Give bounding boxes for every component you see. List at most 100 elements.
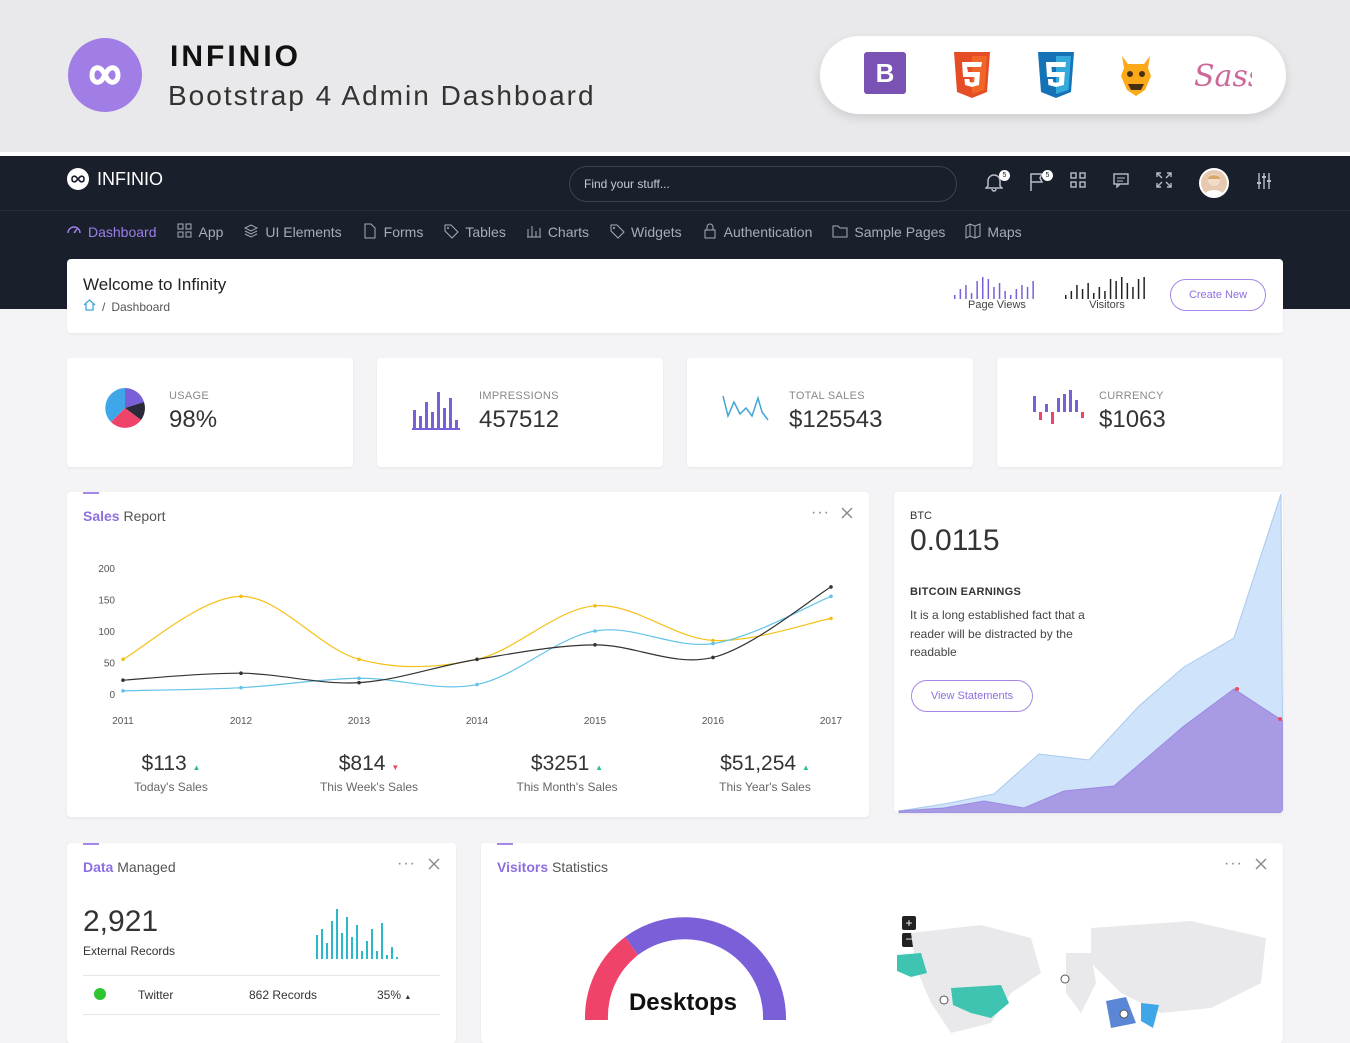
trend-up-icon: ▲ — [192, 763, 201, 772]
series-line-0 — [122, 595, 832, 668]
app-brand[interactable]: INFINIO — [67, 168, 163, 190]
y-tick-label: 50 — [104, 659, 116, 670]
main-nav: Dashboard App UI Elements Forms Tables Charts… — [66, 222, 1042, 242]
sass-icon: Sass — [1192, 56, 1263, 101]
infinity-logo-icon — [67, 168, 89, 190]
series-point — [121, 689, 125, 693]
series-line-1 — [122, 595, 832, 692]
nav-item-sample-pages[interactable]: Sample Pages — [832, 222, 945, 242]
divider — [83, 1014, 440, 1015]
card-title: Sales Report — [83, 508, 166, 524]
series-point — [121, 657, 125, 662]
title-bold: Sales — [83, 508, 120, 524]
chat-icon[interactable] — [1113, 172, 1129, 193]
spark-bar — [959, 289, 962, 299]
more-icon[interactable]: ··· — [811, 504, 830, 522]
total-label: This Year's Sales — [719, 780, 811, 794]
page-title: Welcome to Infinity — [83, 275, 227, 294]
total-value: $3251 — [530, 752, 590, 775]
nav-item-tables[interactable]: Tables — [443, 222, 506, 242]
html5-icon — [952, 52, 992, 103]
nav-item-widgets[interactable]: Widgets — [609, 222, 682, 242]
nav-item-label: Sample Pages — [854, 224, 946, 240]
nav-divider — [0, 210, 1350, 211]
series-point — [593, 604, 597, 608]
create-new-button[interactable]: Create New — [1170, 279, 1266, 311]
total-label: Today's Sales — [134, 780, 208, 794]
stat-card-currency: CURRENCY $1063 — [997, 358, 1283, 467]
series-point — [711, 638, 715, 643]
title-rest: Managed — [113, 859, 176, 875]
notification-badge: 5 — [999, 170, 1010, 181]
view-statements-button[interactable]: View Statements — [911, 680, 1033, 712]
series-point — [829, 616, 833, 621]
nav-item-label: Tables — [465, 224, 506, 240]
settings-sliders-icon[interactable] — [1256, 172, 1272, 195]
nav-item-label: Dashboard — [88, 224, 157, 240]
win-loss-chart-icon — [1032, 386, 1084, 435]
x-tick-label: 2014 — [466, 716, 489, 727]
sales-total: $51,254 ▲ This Year's Sales — [675, 752, 855, 794]
search-input[interactable] — [569, 166, 957, 202]
spark-bar — [1098, 287, 1101, 299]
stat-value: $1063 — [1099, 406, 1166, 433]
stat-card-usage: USAGE 98% — [67, 358, 353, 467]
fullscreen-icon[interactable] — [1156, 172, 1172, 193]
spark-bar — [1021, 285, 1023, 299]
series-point — [593, 629, 597, 633]
y-tick-label: 100 — [98, 627, 115, 638]
spark-bar — [982, 277, 984, 299]
records-label: External Records — [83, 944, 176, 958]
records-bar-sparkline — [316, 909, 398, 959]
line-chart-icon — [722, 386, 770, 435]
home-icon[interactable] — [83, 299, 96, 314]
nav-item-label: Charts — [547, 224, 590, 240]
title-bold: Visitors — [497, 859, 549, 875]
spark-bar — [1087, 283, 1089, 299]
stat-value: $125543 — [789, 406, 883, 433]
close-icon[interactable] — [1255, 857, 1267, 873]
file-icon — [362, 223, 378, 242]
series-point — [239, 685, 243, 690]
folder-icon — [832, 223, 848, 242]
series-point — [711, 641, 715, 646]
lock-icon — [702, 223, 718, 242]
btc-value: 0.0115 — [910, 524, 1000, 557]
sales-report-card: Sales Report ··· 0 50 100 150 200 2011 2012 201… — [67, 492, 869, 817]
nav-item-authentication[interactable]: Authentication — [702, 222, 813, 242]
grid-icon[interactable] — [1070, 172, 1086, 193]
spark-bar — [998, 283, 1001, 299]
nav-item-app[interactable]: App — [177, 222, 223, 242]
series-point — [239, 671, 243, 676]
nav-item-label: Authentication — [723, 224, 813, 240]
spark-bar — [1076, 285, 1078, 299]
nav-item-label: Forms — [383, 224, 424, 240]
spark-bar — [1109, 279, 1112, 299]
flag-badge: 5 — [1042, 170, 1053, 181]
nav-item-dashboard[interactable]: Dashboard — [66, 222, 157, 242]
divider — [83, 975, 440, 976]
card-accent — [83, 843, 99, 845]
stat-label: USAGE — [169, 390, 210, 402]
y-tick-label: 200 — [98, 564, 115, 575]
nav-item-charts[interactable]: Charts — [526, 222, 589, 242]
user-avatar[interactable] — [1199, 168, 1229, 198]
spark-bar — [1104, 291, 1106, 299]
promo-banner: INFINIO Bootstrap 4 Admin Dashboard B Sa… — [0, 0, 1350, 152]
close-icon[interactable] — [841, 506, 853, 522]
nav-item-maps[interactable]: Maps — [965, 222, 1022, 242]
spark-bar — [1032, 281, 1034, 299]
row-records: 862 Records — [249, 988, 318, 1002]
row-percent: 35% ▲ — [377, 988, 411, 1002]
nav-item-ui-elements[interactable]: UI Elements — [243, 222, 342, 242]
more-icon[interactable]: ··· — [397, 855, 416, 873]
total-value: $113 — [141, 752, 187, 775]
nav-item-forms[interactable]: Forms — [362, 222, 424, 242]
x-tick-label: 2016 — [702, 716, 725, 727]
sass-wordmark: Sass — [1194, 59, 1252, 94]
more-icon[interactable]: ··· — [1224, 855, 1243, 873]
layers-icon — [243, 223, 259, 242]
x-tick-label: 2015 — [584, 716, 607, 727]
close-icon[interactable] — [428, 857, 440, 873]
card-title: Data Managed — [83, 859, 176, 875]
